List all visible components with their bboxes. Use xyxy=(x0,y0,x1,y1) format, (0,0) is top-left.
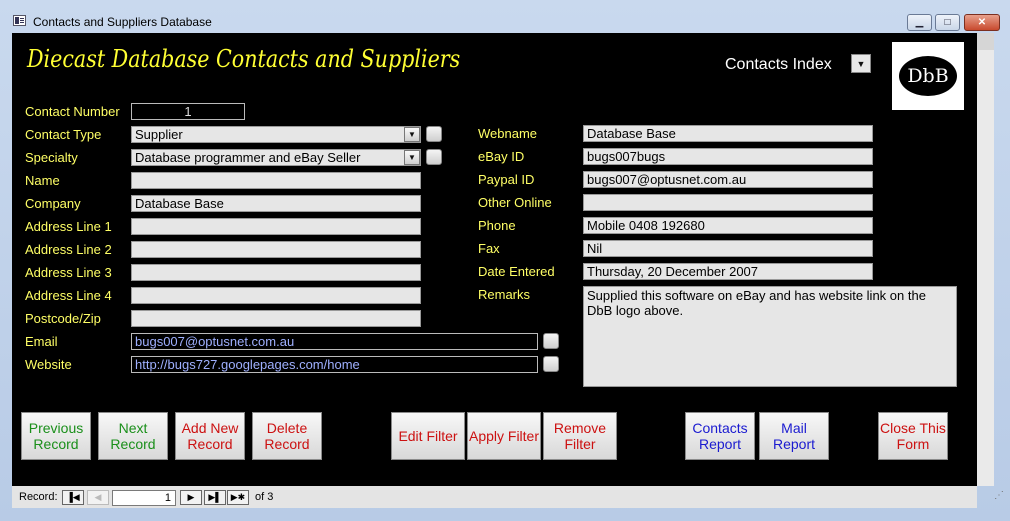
address-line-4-field[interactable] xyxy=(131,287,421,304)
label-email: Email xyxy=(25,334,58,349)
website-field[interactable]: http://bugs727.googlepages.com/home xyxy=(131,356,538,373)
label-paypal-id: Paypal ID xyxy=(478,172,535,187)
vertical-scrollbar[interactable] xyxy=(977,33,994,486)
contact-number-field[interactable]: 1 xyxy=(131,103,245,120)
next-record-button[interactable]: Next Record xyxy=(98,412,168,460)
chevron-down-icon: ▼ xyxy=(408,153,416,162)
label-contact-type: Contact Type xyxy=(25,127,102,142)
prev-record-icon: ◀ xyxy=(94,492,102,502)
label-address-line-3: Address Line 3 xyxy=(25,265,112,280)
resize-grip-icon[interactable]: ⋰ xyxy=(994,490,1008,504)
label-date-entered: Date Entered xyxy=(478,264,555,279)
next-record-nav-button[interactable]: ▶ xyxy=(180,490,202,505)
record-count-text: of 3 xyxy=(255,491,274,503)
label-phone: Phone xyxy=(478,218,516,233)
form-heading: Diecast Database Contacts and Suppliers xyxy=(27,45,461,73)
paypal-id-field[interactable]: bugs007@optusnet.com.au xyxy=(583,171,873,188)
label-company: Company xyxy=(25,196,81,211)
date-entered-field[interactable]: Thursday, 20 December 2007 xyxy=(583,263,873,280)
label-contact-number: Contact Number xyxy=(25,104,120,119)
apply-filter-button[interactable]: Apply Filter xyxy=(467,412,541,460)
new-record-nav-button[interactable]: ▶✱ xyxy=(227,490,249,505)
record-label: Record: xyxy=(19,491,58,503)
new-record-icon: ▶✱ xyxy=(230,492,246,502)
next-record-icon: ▶ xyxy=(187,492,195,502)
label-address-line-4: Address Line 4 xyxy=(25,288,112,303)
mail-report-button[interactable]: Mail Report xyxy=(759,412,829,460)
postcode-field[interactable] xyxy=(131,310,421,327)
address-line-1-field[interactable] xyxy=(131,218,421,235)
specialty-checkbox[interactable] xyxy=(426,149,442,165)
label-remarks: Remarks xyxy=(478,287,531,302)
email-field[interactable]: bugs007@optusnet.com.au xyxy=(131,333,538,350)
contacts-index-label: Contacts Index xyxy=(725,56,832,73)
specialty-dropdown-button[interactable]: ▼ xyxy=(404,150,420,165)
first-record-icon: ▐◀ xyxy=(66,492,80,502)
ebay-id-field[interactable]: bugs007bugs xyxy=(583,148,873,165)
fax-field[interactable]: Nil xyxy=(583,240,873,257)
contacts-index-dropdown[interactable]: ▼ xyxy=(851,54,871,73)
label-other-online: Other Online xyxy=(478,195,552,210)
contact-type-combo[interactable]: Supplier xyxy=(131,126,421,143)
contact-type-checkbox[interactable] xyxy=(426,126,442,142)
first-record-button[interactable]: ▐◀ xyxy=(62,490,84,505)
contact-type-dropdown-button[interactable]: ▼ xyxy=(404,127,420,142)
label-name: Name xyxy=(25,173,60,188)
last-record-button[interactable]: ▶▌ xyxy=(204,490,226,505)
close-window-button[interactable]: ✕ xyxy=(964,14,1000,31)
add-new-record-button[interactable]: Add New Record xyxy=(175,412,245,460)
edit-filter-button[interactable]: Edit Filter xyxy=(391,412,465,460)
remarks-field[interactable]: Supplied this software on eBay and has w… xyxy=(583,286,957,387)
webname-field[interactable]: Database Base xyxy=(583,125,873,142)
label-address-line-1: Address Line 1 xyxy=(25,219,112,234)
maximize-button[interactable]: □ xyxy=(935,14,960,31)
dbb-logo[interactable]: DbB xyxy=(892,42,964,110)
contacts-report-button[interactable]: Contacts Report xyxy=(685,412,755,460)
title-bar: Contacts and Suppliers Database ▁ □ ✕ xyxy=(0,0,1010,32)
current-record-input[interactable]: 1 xyxy=(112,490,176,506)
phone-field[interactable]: Mobile 0408 192680 xyxy=(583,217,873,234)
chevron-down-icon: ▼ xyxy=(856,58,866,69)
label-webname: Webname xyxy=(478,126,538,141)
close-form-button[interactable]: Close This Form xyxy=(878,412,948,460)
last-record-icon: ▶▌ xyxy=(208,492,222,502)
name-field[interactable] xyxy=(131,172,421,189)
address-line-2-field[interactable] xyxy=(131,241,421,258)
email-checkbox[interactable] xyxy=(543,333,559,349)
chevron-down-icon: ▼ xyxy=(408,130,416,139)
prev-record-nav-button[interactable]: ◀ xyxy=(87,490,109,505)
delete-record-button[interactable]: Delete Record xyxy=(252,412,322,460)
address-line-3-field[interactable] xyxy=(131,264,421,281)
window-title: Contacts and Suppliers Database xyxy=(33,15,212,29)
specialty-combo[interactable]: Database programmer and eBay Seller xyxy=(131,149,421,166)
label-postcode: Postcode/Zip xyxy=(25,311,101,326)
label-ebay-id: eBay ID xyxy=(478,149,525,164)
dbb-logo-oval: DbB xyxy=(899,56,957,96)
access-window: Contacts and Suppliers Database ▁ □ ✕ Di… xyxy=(0,0,1010,521)
minimize-button[interactable]: ▁ xyxy=(907,14,932,31)
label-address-line-2: Address Line 2 xyxy=(25,242,112,257)
previous-record-button[interactable]: Previous Record xyxy=(21,412,91,460)
remove-filter-button[interactable]: Remove Filter xyxy=(543,412,617,460)
label-fax: Fax xyxy=(478,241,500,256)
company-field[interactable]: Database Base xyxy=(131,195,421,212)
website-checkbox[interactable] xyxy=(543,356,559,372)
label-specialty: Specialty xyxy=(25,150,78,165)
form-icon xyxy=(13,15,26,26)
label-website: Website xyxy=(25,357,72,372)
other-online-field[interactable] xyxy=(583,194,873,211)
